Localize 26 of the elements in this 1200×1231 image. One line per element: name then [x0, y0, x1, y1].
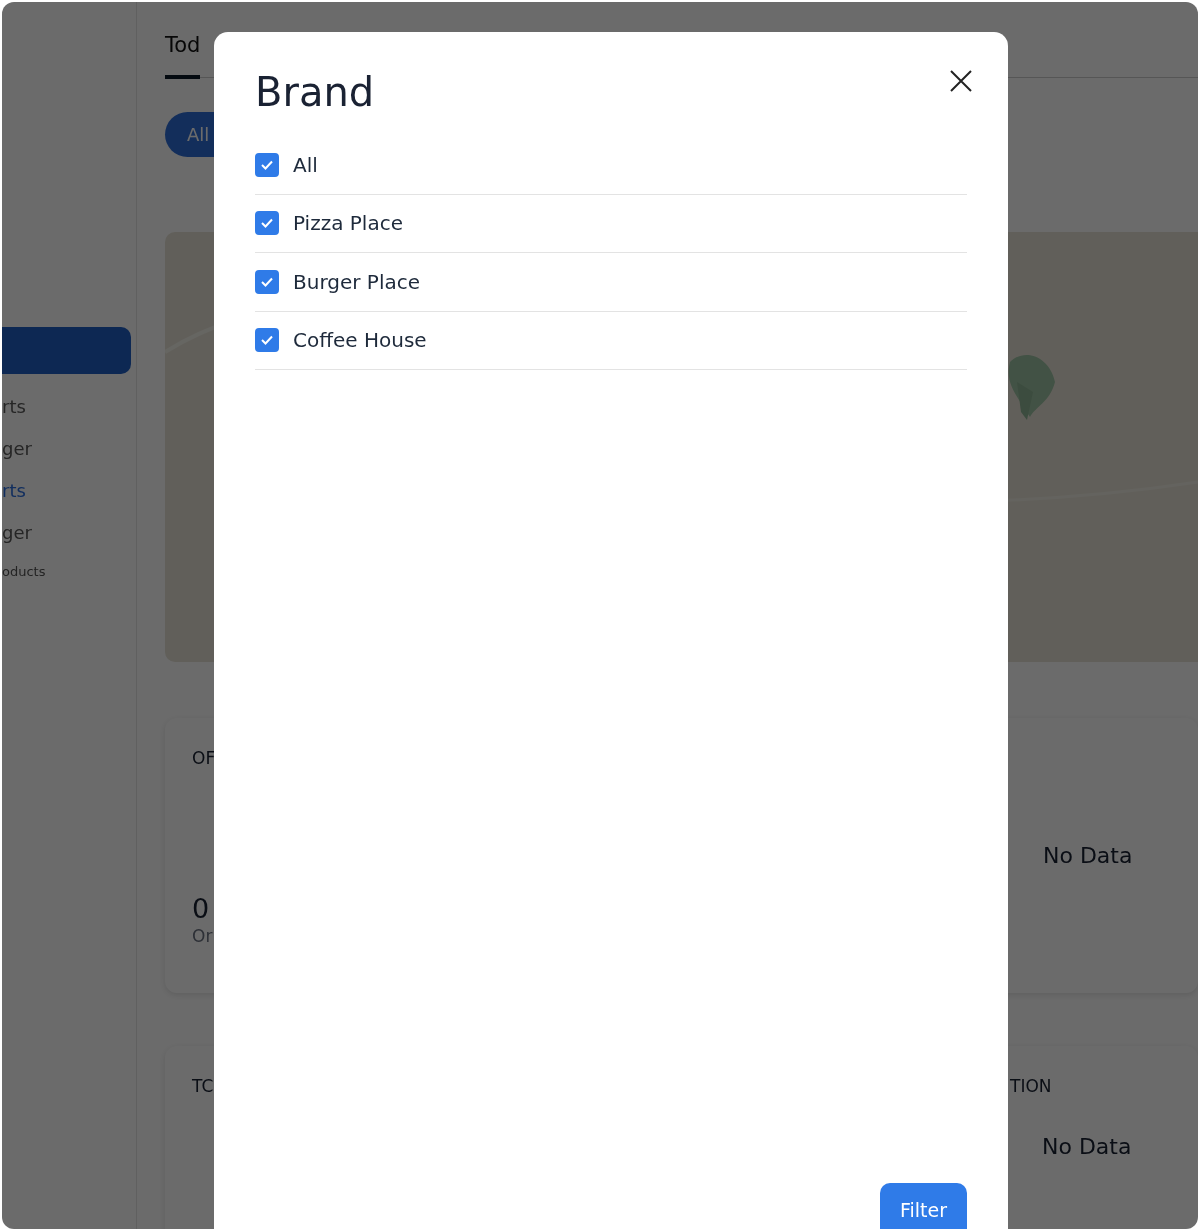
- checkbox[interactable]: [255, 211, 279, 236]
- option-label: Coffee House: [293, 327, 427, 355]
- option-label: Burger Place: [293, 268, 421, 296]
- empty-message: No Data: [1043, 842, 1134, 870]
- dialog-title: Brand: [255, 68, 375, 116]
- sidebar-item[interactable]: rts: [2, 386, 136, 428]
- section-label: oducts: [2, 563, 47, 581]
- card-title: TC: [192, 1075, 215, 1098]
- check-icon: [260, 216, 274, 231]
- option-label: All: [293, 151, 318, 179]
- card-title: TION: [1010, 1075, 1053, 1098]
- card-title: OF: [192, 747, 217, 770]
- close-icon[interactable]: [948, 68, 974, 94]
- checkbox[interactable]: [255, 328, 279, 353]
- checkbox[interactable]: [255, 269, 279, 294]
- sidebar-item[interactable]: ger: [2, 428, 136, 470]
- card-caption: Or: [192, 924, 214, 948]
- check-icon: [260, 333, 274, 348]
- card-value: 0: [192, 893, 211, 924]
- empty-message: No Data: [1042, 1132, 1133, 1161]
- tab[interactable]: Tod: [165, 29, 201, 79]
- sidebar-item[interactable]: ger: [2, 512, 136, 554]
- option-label: Pizza Place: [293, 210, 403, 238]
- sidebar-item[interactable]: rts: [2, 470, 136, 512]
- checkbox[interactable]: [255, 152, 279, 177]
- filter-button[interactable]: Filter: [880, 1183, 967, 1229]
